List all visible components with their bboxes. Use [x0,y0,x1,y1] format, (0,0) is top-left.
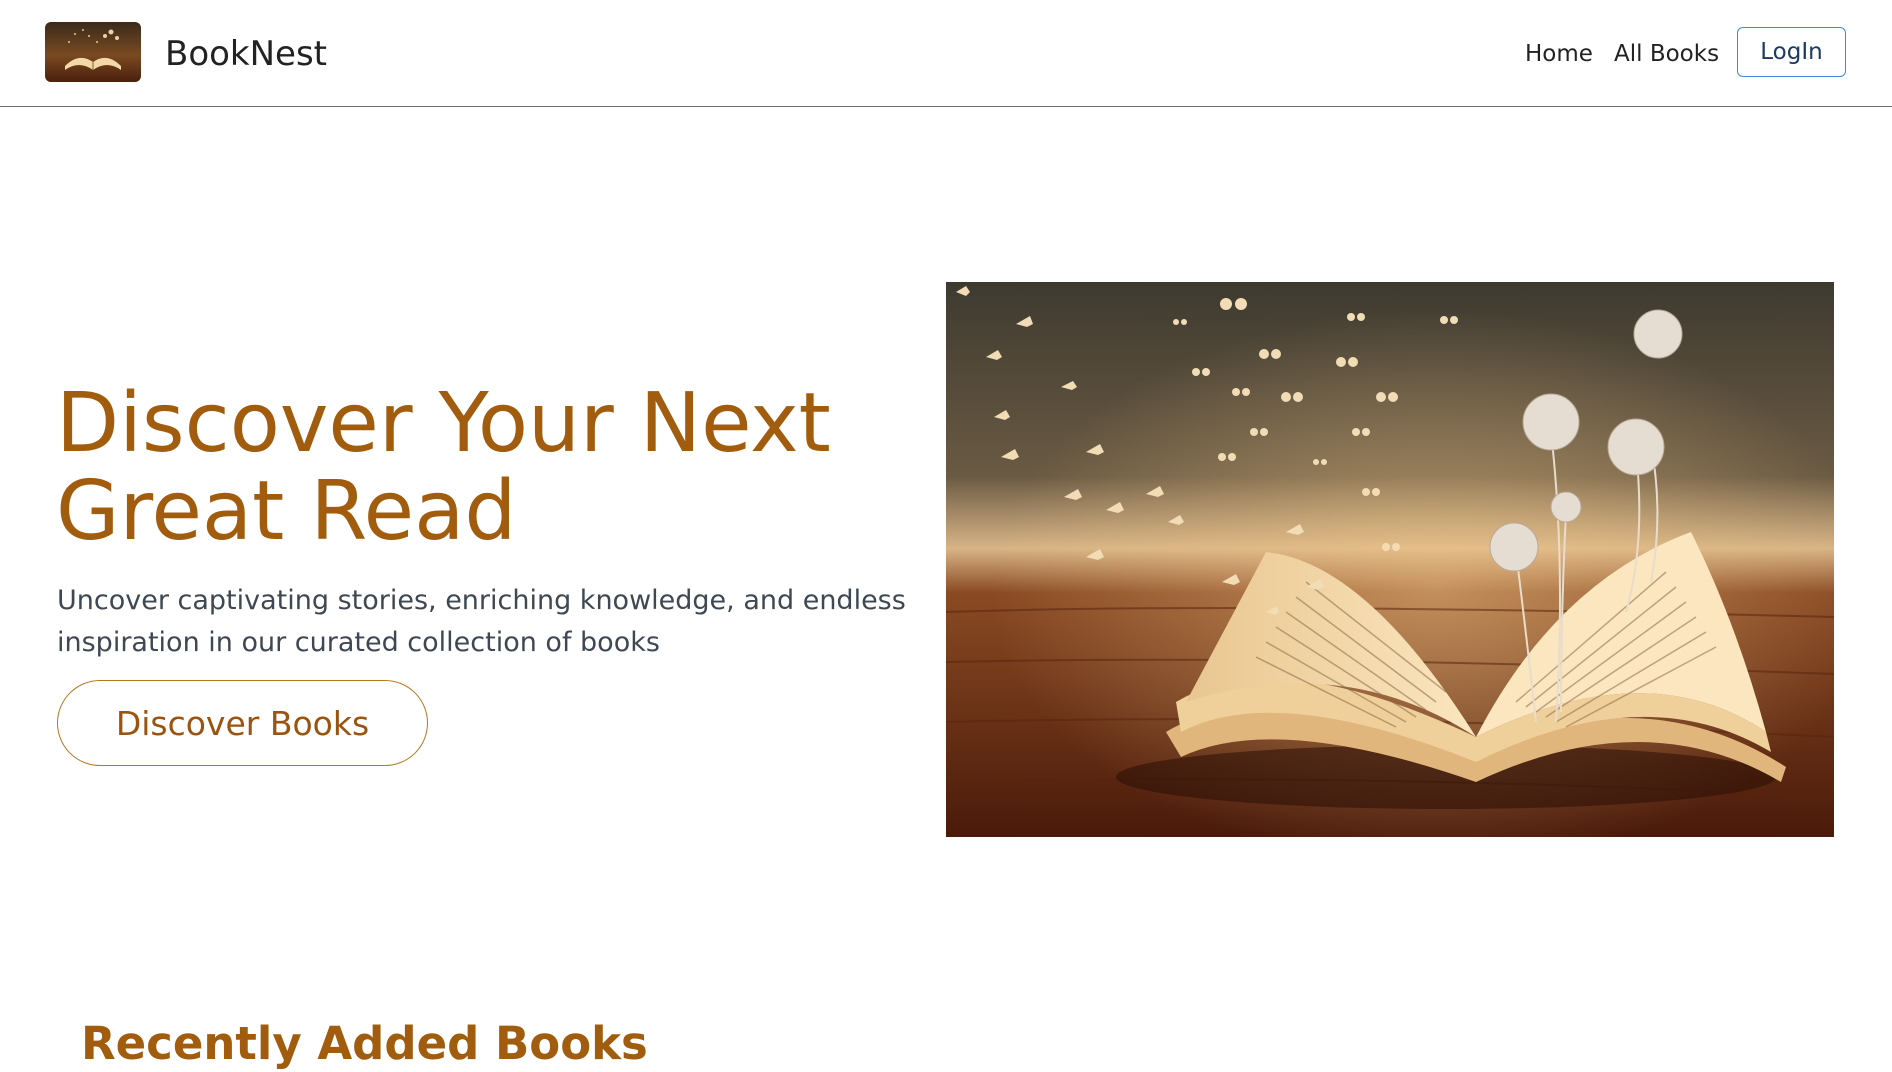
brand-logo[interactable] [45,22,141,82]
discover-books-button[interactable]: Discover Books [57,680,428,766]
nav-link-home[interactable]: Home [1525,36,1593,72]
login-button[interactable]: LogIn [1737,27,1846,77]
hero-title: Discover Your Next Great Read [56,376,831,559]
navbar: BookNest Home All Books LogIn [0,0,1892,107]
open-book-logo-icon [45,22,141,82]
brand-name[interactable]: BookNest [165,30,327,78]
open-book-illustration [946,282,1834,837]
recent-books-heading: Recently Added Books [81,1017,648,1070]
nav-link-all-books[interactable]: All Books [1614,36,1719,72]
hero-subtitle: Uncover captivating stories, enriching k… [57,585,906,658]
hero-image [946,282,1834,837]
